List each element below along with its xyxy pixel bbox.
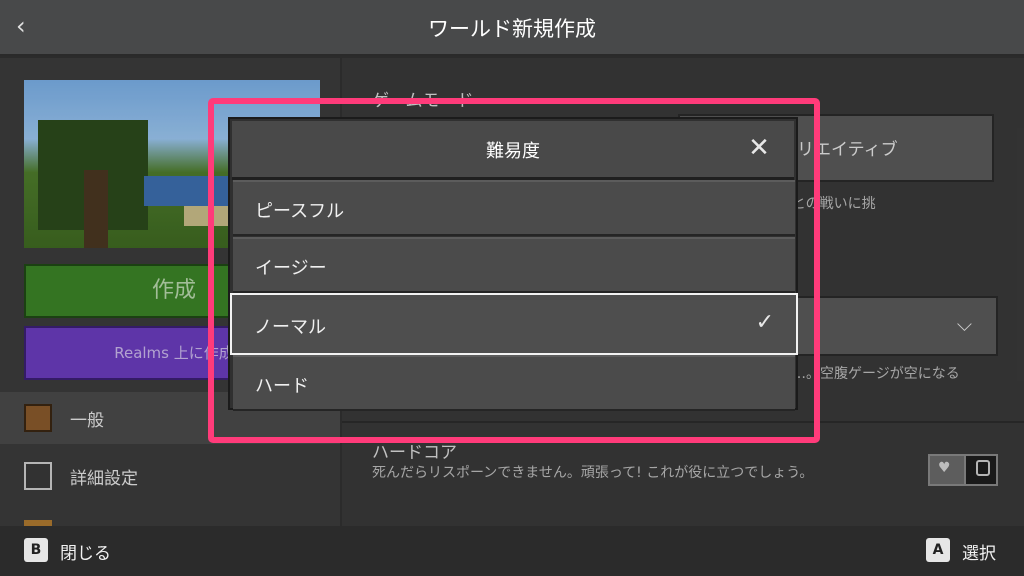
select-hint[interactable]: A 選択 — [926, 538, 1016, 564]
option-label: ノーマル — [254, 317, 326, 338]
bottom-bar: B 閉じる A 選択 — [0, 526, 1024, 576]
a-button-icon: A — [926, 538, 950, 562]
option-hard[interactable]: ハード — [233, 355, 795, 411]
close-hint[interactable]: B 閉じる — [24, 538, 144, 564]
b-button-icon: B — [24, 538, 48, 562]
page-title: ワールド新規作成 — [428, 17, 596, 41]
top-bar: ‹ ワールド新規作成 — [0, 0, 1024, 56]
select-hint-label: 選択 — [962, 544, 996, 564]
option-easy[interactable]: イージー — [233, 237, 795, 293]
close-hint-label: 閉じる — [60, 544, 111, 564]
option-normal[interactable]: ノーマル ✓ — [230, 293, 798, 355]
dialog-header: 難易度 ✕ — [232, 121, 794, 180]
option-label: イージー — [255, 258, 327, 279]
option-peaceful[interactable]: ピースフル — [233, 180, 795, 236]
dialog-title: 難易度 — [486, 141, 540, 162]
close-icon[interactable]: ✕ — [744, 133, 774, 163]
difficulty-dialog: 難易度 ✕ ピースフル イージー ノーマル ✓ ハード — [228, 117, 798, 411]
option-label: ハード — [255, 376, 309, 397]
option-label: ピースフル — [255, 201, 345, 222]
checkmark-icon: ✓ — [755, 310, 774, 335]
